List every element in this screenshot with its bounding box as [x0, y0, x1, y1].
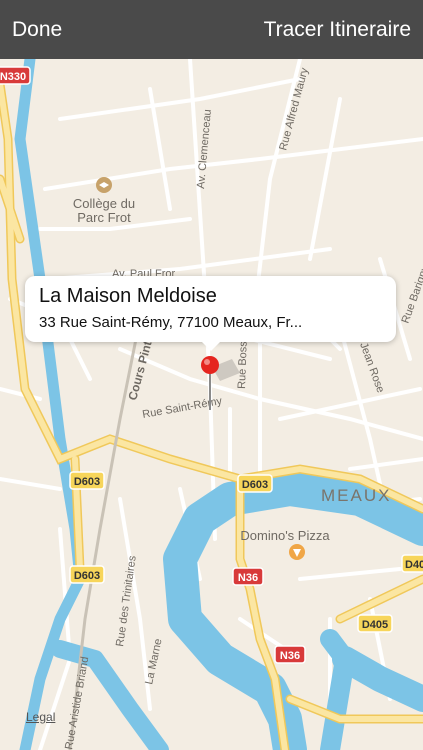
poi-college-label-line2: Parc Frot	[77, 210, 131, 225]
road-shield-d603-mid-label: D603	[242, 479, 268, 491]
school-icon	[96, 177, 112, 193]
road-shield-d40-right-label: D40	[405, 559, 423, 571]
legal-link[interactable]: Legal	[26, 710, 55, 724]
road-shield-d603-left: D603	[69, 471, 105, 490]
place-callout[interactable]: La Maison Meldoise 33 Rue Saint-Rémy, 77…	[25, 276, 396, 351]
road-shield-d603-bottom-label: D603	[74, 570, 100, 582]
road-shield-n36-bottom: N36	[274, 645, 306, 664]
road-shield-d603-bottom: D603	[69, 565, 105, 584]
road-shield-d405-label: D405	[362, 619, 388, 631]
road-shield-d40-right: D40	[401, 554, 423, 573]
road-shield-n36-top-label: N36	[238, 572, 258, 584]
city-label-meaux: MEAUX	[321, 486, 391, 505]
road-shield-n330: N330	[0, 66, 31, 85]
done-button[interactable]: Done	[12, 18, 62, 42]
street-label-bossuet: Rue Boss	[236, 341, 250, 390]
navigation-bar: Done Tracer Itineraire	[0, 0, 423, 59]
place-address: 33 Rue Saint-Rémy, 77100 Meaux, Fr...	[39, 314, 303, 331]
route-button[interactable]: Tracer Itineraire	[264, 18, 411, 42]
poi-college-label-line1: Collège du	[73, 196, 135, 211]
road-shield-d405: D405	[357, 614, 393, 633]
place-title: La Maison Meldoise	[39, 285, 217, 307]
road-shield-n36-bottom-label: N36	[280, 650, 300, 662]
restaurant-icon	[289, 544, 305, 560]
road-shield-n36-top: N36	[232, 567, 264, 586]
road-shield-d603-mid: D603	[237, 474, 273, 493]
map-pin-icon[interactable]	[200, 355, 220, 415]
poi-pizza-label: Domino's Pizza	[240, 528, 330, 543]
road-shield-d603-left-label: D603	[74, 476, 100, 488]
road-shield-n330-label: N330	[0, 71, 26, 83]
